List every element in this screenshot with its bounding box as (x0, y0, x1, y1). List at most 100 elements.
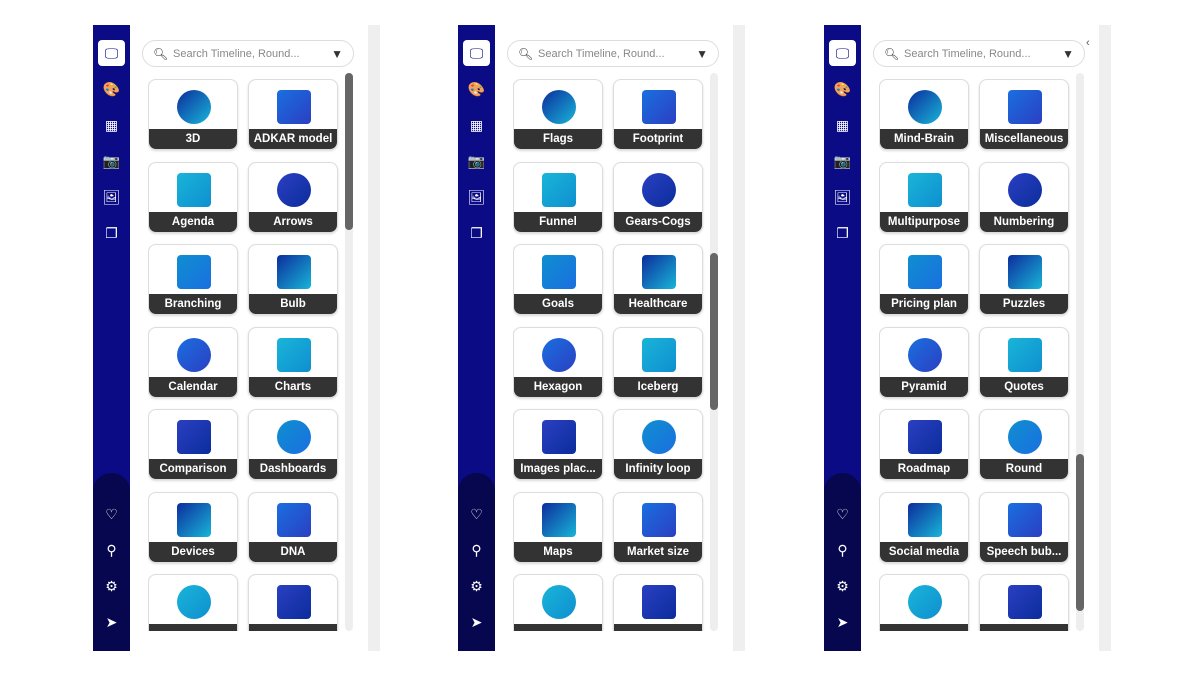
template-card[interactable]: Miscellaneous (979, 79, 1069, 150)
scrollbar[interactable] (345, 73, 353, 631)
grid-icon[interactable]: ▦ (98, 112, 125, 138)
palette-icon[interactable]: 🎨 (463, 76, 490, 102)
template-card[interactable]: Pricing plan (879, 244, 969, 315)
card-thumbnail (980, 493, 1068, 544)
gallery-icon[interactable]: ❐ (98, 220, 125, 246)
scrollbar-thumb[interactable] (710, 253, 718, 411)
template-card[interactable]: Numbering (979, 161, 1069, 233)
template-card[interactable]: 3D (148, 79, 238, 150)
card-thumbnail (149, 245, 237, 296)
card-label: Arrows (249, 211, 337, 232)
template-card[interactable]: Charts (248, 326, 338, 398)
scrollbar[interactable] (1076, 73, 1084, 631)
template-card[interactable]: Agenda (148, 161, 238, 233)
template-card[interactable]: Funnel (513, 161, 603, 233)
template-card[interactable]: Hexagon (513, 326, 603, 398)
gear-icon[interactable]: ⚙ (463, 573, 490, 599)
gear-icon[interactable]: ⚙ (829, 573, 856, 599)
send-icon[interactable]: ➤ (829, 609, 856, 635)
palette-icon[interactable]: 🎨 (98, 76, 125, 102)
template-card[interactable] (979, 574, 1069, 631)
template-card[interactable]: Social media (879, 491, 969, 563)
search-input[interactable] (902, 44, 1052, 64)
scrollbar-thumb[interactable] (345, 73, 353, 230)
stamp-icon[interactable]: ⚲ (463, 537, 490, 563)
template-card[interactable] (613, 574, 703, 631)
template-card[interactable]: Healthcare (613, 244, 703, 315)
template-card[interactable]: Quotes (979, 326, 1069, 398)
stamp-icon[interactable]: ⚲ (829, 537, 856, 563)
scrollbar-thumb[interactable] (1076, 453, 1084, 611)
template-card[interactable]: Devices (148, 491, 238, 563)
template-card[interactable] (248, 574, 338, 631)
template-card[interactable]: Images plac... (513, 409, 603, 480)
template-card[interactable]: Roadmap (879, 409, 969, 480)
template-card[interactable]: Mind-Brain (879, 79, 969, 150)
template-card[interactable] (148, 574, 238, 631)
template-card[interactable]: Calendar (148, 326, 238, 398)
camera-icon[interactable]: 📷 (463, 148, 490, 174)
heart-icon[interactable]: ♡ (463, 501, 490, 527)
template-card[interactable]: Arrows (248, 161, 338, 233)
card-label: Flags (514, 129, 602, 149)
send-icon[interactable]: ➤ (98, 609, 125, 635)
scrollbar[interactable] (710, 73, 718, 631)
gallery-icon[interactable]: ❐ (829, 220, 856, 246)
template-card[interactable]: Market size (613, 491, 703, 563)
camera-icon[interactable]: 📷 (98, 148, 125, 174)
heart-icon[interactable]: ♡ (98, 501, 125, 527)
card-label: Healthcare (614, 294, 702, 314)
template-card[interactable]: Multipurpose (879, 161, 969, 233)
stamp-icon[interactable]: ⚲ (98, 537, 125, 563)
gear-icon[interactable]: ⚙ (98, 573, 125, 599)
card-thumbnail (514, 328, 602, 379)
card-label: Funnel (514, 211, 602, 232)
template-card[interactable]: Dashboards (248, 409, 338, 480)
template-card[interactable]: Round (979, 409, 1069, 480)
image-icon[interactable]: 🖼 (829, 184, 856, 210)
search-box[interactable]: 🔍︎ Search Timeline, Round... ▼ (142, 40, 354, 67)
image-icon[interactable]: 🖼 (463, 184, 490, 210)
chevron-left-icon[interactable]: ‹ (1086, 37, 1090, 49)
card-label: Infinity loop (614, 459, 702, 479)
image-icon[interactable]: 🖼 (98, 184, 125, 210)
template-card[interactable]: Maps (513, 491, 603, 563)
filter-icon[interactable]: ▼ (696, 47, 708, 61)
template-card[interactable]: Iceberg (613, 326, 703, 398)
palette-icon[interactable]: 🎨 (829, 76, 856, 102)
search-box[interactable]: 🔍︎ Search Timeline, Round... ▼ (507, 40, 719, 67)
filter-icon[interactable]: ▼ (331, 47, 343, 61)
template-card[interactable]: Comparison (148, 409, 238, 480)
gallery-icon[interactable]: ❐ (463, 220, 490, 246)
presentation-icon[interactable]: 🖵 (98, 40, 125, 66)
search-box[interactable]: 🔍︎ Search Timeline, Round... ▼ (873, 40, 1085, 67)
presentation-icon[interactable]: 🖵 (463, 40, 490, 66)
template-card[interactable]: Goals (513, 244, 603, 315)
template-grid: Mind-Brain Miscellaneous Multipurpose Numbe… (879, 79, 1074, 631)
template-card[interactable]: Branching (148, 244, 238, 315)
template-card[interactable]: Footprint (613, 79, 703, 150)
template-card[interactable]: DNA (248, 491, 338, 563)
template-card[interactable]: Gears-Cogs (613, 161, 703, 233)
template-card[interactable]: Bulb (248, 244, 338, 315)
template-card[interactable]: Pyramid (879, 326, 969, 398)
send-icon[interactable]: ➤ (463, 609, 490, 635)
template-card[interactable]: Infinity loop (613, 409, 703, 480)
card-thumbnail (614, 163, 702, 214)
grid-icon[interactable]: ▦ (463, 112, 490, 138)
presentation-icon[interactable]: 🖵 (829, 40, 856, 66)
search-input[interactable] (536, 44, 686, 64)
template-card[interactable]: Flags (513, 79, 603, 150)
camera-icon[interactable]: 📷 (829, 148, 856, 174)
panel-edge (1099, 25, 1111, 651)
template-card[interactable]: ADKAR model (248, 79, 338, 150)
template-card[interactable]: Puzzles (979, 244, 1069, 315)
template-card[interactable]: Speech bub... (979, 491, 1069, 563)
template-card[interactable] (513, 574, 603, 631)
template-card[interactable] (879, 574, 969, 631)
grid-icon[interactable]: ▦ (829, 112, 856, 138)
search-input[interactable] (171, 44, 321, 64)
heart-icon[interactable]: ♡ (829, 501, 856, 527)
card-label: Iceberg (614, 376, 702, 397)
filter-icon[interactable]: ▼ (1062, 47, 1074, 61)
